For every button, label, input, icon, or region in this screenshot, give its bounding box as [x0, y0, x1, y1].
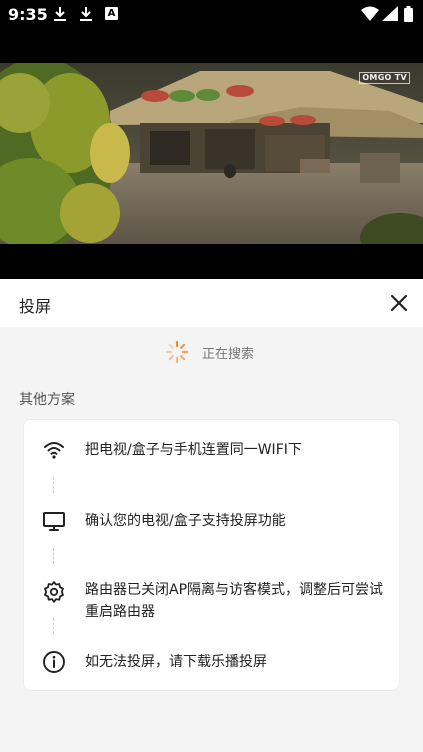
video-frame	[0, 63, 423, 244]
searching-status: 正在搜索	[0, 337, 423, 367]
tips-card: 把电视/盒子与手机连置同一WIFI下 确认您的电视/盒子支持投屏功能 路由器已关…	[23, 419, 400, 691]
step-text: 如无法投屏，请下载乐播投屏	[85, 654, 267, 670]
status-time: 9:35	[8, 5, 48, 24]
step-text: 路由器已关闭AP隔离与访客模式，调整后可尝试重启路由器	[85, 582, 384, 620]
status-bar: 9:35 A	[0, 0, 423, 30]
info-icon	[43, 651, 65, 673]
sheet-header: 投屏	[0, 279, 423, 327]
download-icon	[54, 7, 66, 21]
step-text: 确认您的电视/盒子支持投屏功能	[85, 513, 286, 529]
sheet-title: 投屏	[19, 297, 52, 316]
download-icon	[80, 7, 92, 21]
section-title: 其他方案	[19, 392, 75, 408]
a-notification-icon: A	[105, 7, 118, 20]
battery-icon	[404, 6, 413, 22]
signal-icon	[382, 6, 398, 21]
cast-sheet: 投屏 正在搜索 其他方案 把电视/盒子与手机连置同一WIFI下 确认您的电视/盒…	[0, 279, 423, 752]
wifi-icon	[44, 442, 64, 459]
wifi-icon	[361, 6, 379, 21]
close-icon[interactable]	[389, 293, 409, 313]
step-connector	[53, 548, 54, 564]
loading-spinner-icon	[165, 340, 189, 364]
video-watermark: OMGO TV	[359, 72, 410, 84]
tv-monitor-icon	[43, 512, 65, 531]
step-text: 把电视/盒子与手机连置同一WIFI下	[85, 442, 302, 458]
searching-text: 正在搜索	[202, 347, 255, 362]
gear-icon	[44, 581, 64, 603]
step-connector	[53, 618, 54, 634]
video-player[interactable]: OMGO TV	[0, 63, 423, 244]
step-connector	[53, 477, 54, 493]
